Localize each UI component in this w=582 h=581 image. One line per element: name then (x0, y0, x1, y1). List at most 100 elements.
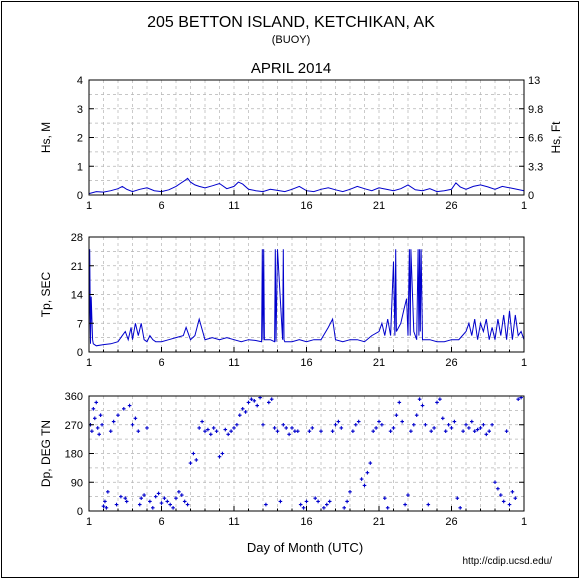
data-point (214, 429, 219, 433)
data-point (339, 426, 344, 430)
data-point (420, 403, 425, 408)
data-point (403, 502, 407, 507)
charts-canvas: 1 6 11 16 21 26 10123403.36.69.813Hs, M Hs, Ft1… (39, 75, 563, 528)
data-point (301, 506, 306, 510)
x-tick-label: 1 (86, 357, 92, 369)
data-point (182, 499, 187, 504)
data-point (449, 426, 454, 430)
data-point (391, 426, 396, 430)
panel-1: 1 6 11 16 21 26 10123403.36.69.813Hs, M Hs, Ft (39, 75, 563, 212)
data-point (356, 419, 361, 424)
x-tick-label: 6 (158, 200, 164, 212)
data-point (223, 427, 228, 432)
data-point (246, 400, 251, 405)
y-tick-label: 0 (77, 347, 83, 359)
data-point (116, 413, 120, 417)
data-point (137, 502, 142, 507)
data-point (400, 419, 404, 424)
data-point (211, 426, 216, 430)
data-point (91, 406, 96, 411)
data-point (371, 429, 375, 433)
data-point (94, 400, 99, 405)
data-point (377, 419, 381, 424)
y-tick-label: 14 (71, 290, 83, 302)
data-point (348, 490, 352, 494)
data-point (290, 426, 294, 430)
x-tick-label: 16 (300, 357, 312, 369)
data-point (220, 451, 225, 456)
data-point (458, 506, 462, 510)
data-point (165, 499, 170, 504)
data-point (90, 429, 94, 433)
x-tick-label: 1 (521, 516, 527, 528)
data-point (501, 499, 506, 504)
data-point (388, 429, 393, 433)
data-point (191, 451, 196, 456)
y-axis-label: Hs, M (39, 122, 53, 153)
data-point (435, 400, 439, 405)
data-point (136, 429, 141, 433)
data-point (127, 403, 132, 408)
data-point (325, 502, 329, 507)
y-tick-label: 21 (71, 261, 83, 273)
data-point (351, 429, 355, 433)
x-tick-label: 1 (86, 516, 92, 528)
data-point (464, 422, 468, 427)
data-point (467, 426, 471, 430)
data-point (217, 454, 222, 459)
x-tick-label: 11 (228, 357, 239, 369)
data-point (119, 494, 123, 499)
data-point (171, 506, 175, 510)
x-tick-label: 1 (521, 357, 527, 369)
data-point (496, 486, 500, 491)
data-point (106, 490, 110, 494)
x-tick-label: 11 (228, 516, 239, 528)
x-tick-label: 6 (158, 516, 164, 528)
data-point (145, 426, 149, 430)
data-point (151, 506, 155, 510)
data-point (397, 400, 402, 405)
data-point (188, 461, 193, 465)
x-tick-label: 26 (445, 357, 457, 369)
data-point (148, 499, 152, 504)
data-point (307, 429, 312, 433)
data-point (229, 429, 233, 433)
data-point (412, 422, 416, 427)
data-point (261, 422, 265, 427)
data-point (108, 429, 113, 433)
data-point (133, 416, 138, 421)
data-point (432, 426, 436, 430)
data-point (275, 429, 280, 433)
y-tick-label-right: 13 (528, 75, 540, 87)
y-tick-label: 180 (65, 449, 83, 461)
data-point (267, 400, 271, 405)
data-point (336, 419, 341, 424)
panel-2: 1 6 11 16 21 26 107142128Tp, SEC (39, 232, 527, 369)
data-point (226, 432, 230, 437)
data-point (93, 416, 97, 421)
data-point (481, 422, 486, 427)
x-tick-label: 16 (300, 516, 312, 528)
data-point (287, 432, 291, 437)
x-tick-label: 26 (445, 200, 457, 212)
data-point (153, 494, 158, 499)
data-point (255, 403, 259, 408)
data-point (504, 429, 509, 433)
data-point (97, 432, 101, 437)
data-point (380, 422, 384, 427)
y-tick-label: 270 (65, 420, 83, 432)
y-tick-label: 2 (77, 133, 83, 145)
data-point (368, 461, 373, 465)
x-tick-label: 21 (373, 357, 385, 369)
data-point (319, 429, 323, 433)
data-point (95, 426, 100, 430)
y-tick-label: 3 (77, 104, 83, 116)
data-point (365, 470, 370, 475)
x-tick-label: 21 (373, 516, 385, 528)
data-point (284, 426, 288, 430)
data-point (461, 429, 465, 433)
data-point (414, 413, 419, 417)
data-point (322, 506, 326, 510)
panel-3: 1 6 11 16 21 26 1090180270360Dp, DEG TN (39, 391, 527, 528)
data-point (385, 506, 390, 510)
